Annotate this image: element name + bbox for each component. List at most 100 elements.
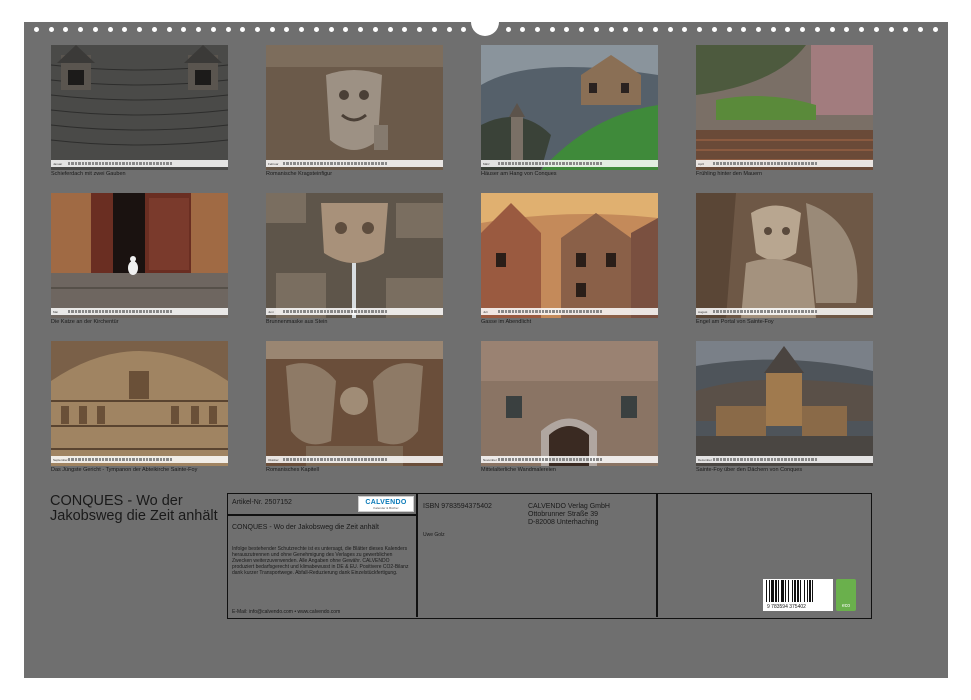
- day-tick: [780, 310, 784, 313]
- day-tick: [122, 162, 125, 165]
- day-tick: [166, 162, 169, 165]
- month-label: Juni: [268, 309, 274, 314]
- day-tick: [125, 310, 129, 313]
- binding-hole: [903, 27, 909, 32]
- day-tick: [95, 458, 98, 461]
- binding-hole: [844, 27, 850, 32]
- day-tick: [531, 458, 535, 461]
- day-tick: [112, 310, 115, 313]
- binding-hole: [932, 27, 938, 32]
- month-tile-7[interactable]: Juli Gasse im Abendlicht: [481, 193, 658, 331]
- month-tile-9[interactable]: September Das Jüngste Gericht - Tympanon…: [51, 341, 228, 479]
- day-tick: [575, 458, 579, 461]
- day-tick: [501, 162, 504, 165]
- month-tile-8[interactable]: August Engel am Portal von Sainte-Foy: [696, 193, 873, 331]
- month-tile-12[interactable]: Dezember Sainte-Foy über den Dächern von…: [696, 341, 873, 479]
- day-tick: [374, 310, 377, 313]
- day-tick: [750, 458, 753, 461]
- month-tile-6[interactable]: Juni Brunnenmaske aus Stein: [266, 193, 443, 331]
- photo-caption: Mittelalterliche Wandmalereien: [481, 467, 556, 473]
- day-tick: [347, 310, 350, 313]
- day-tick: [716, 162, 719, 165]
- day-tick: [774, 310, 777, 313]
- day-tick: [293, 162, 296, 165]
- binding-hole: [711, 27, 717, 32]
- day-tick: [139, 162, 142, 165]
- day-tick: [552, 458, 555, 461]
- day-tick: [569, 162, 572, 165]
- binding-hole: [785, 27, 791, 32]
- day-tick: [582, 162, 586, 165]
- month-tile-2[interactable]: Februar Romanische Kragsteinfigur: [266, 45, 443, 183]
- binding-hole: [372, 27, 378, 32]
- month-tile-10[interactable]: Oktober Romanisches Kapitell: [266, 341, 443, 479]
- day-tick: [323, 310, 327, 313]
- month-tile-5[interactable]: Mai Die Katze an der Kirchentür: [51, 193, 228, 331]
- article-number: Artikel-Nr. 2507152: [232, 499, 292, 506]
- day-tick: [794, 310, 797, 313]
- day-tick: [129, 310, 132, 313]
- day-tick: [95, 162, 98, 165]
- calvendo-logo: CALVENDO Kalender & Bücher: [358, 496, 414, 512]
- day-tick: [579, 310, 582, 313]
- day-tick: [384, 458, 388, 461]
- day-tick: [521, 458, 525, 461]
- day-tick: [498, 458, 501, 461]
- day-tick: [84, 310, 88, 313]
- day-tick: [340, 458, 344, 461]
- barcode-bar: [800, 580, 801, 602]
- day-tick: [360, 310, 364, 313]
- day-tick: [777, 458, 780, 461]
- day-tick: [364, 458, 367, 461]
- day-tick: [81, 162, 84, 165]
- binding-hole: [520, 27, 526, 32]
- binding-hole: [34, 27, 39, 32]
- barcode-bar: [788, 580, 789, 602]
- day-tick: [88, 310, 91, 313]
- day-tick: [142, 310, 145, 313]
- day-tick: [525, 458, 528, 461]
- month-tile-4[interactable]: April Frühling hinter den Mauern: [696, 45, 873, 183]
- binding-hole: [240, 27, 246, 32]
- day-tick: [166, 458, 169, 461]
- day-tick: [757, 310, 760, 313]
- day-tick: [575, 162, 579, 165]
- day-tick: [354, 310, 357, 313]
- day-tick: [320, 310, 323, 313]
- day-tick: [562, 458, 565, 461]
- day-tick: [135, 310, 139, 313]
- day-tick: [337, 162, 340, 165]
- day-tick: [555, 162, 559, 165]
- day-tick: [364, 162, 367, 165]
- day-tick: [757, 162, 760, 165]
- day-tick: [569, 458, 572, 461]
- day-tick: [589, 310, 592, 313]
- month-tile-11[interactable]: November Mittelalterliche Wandmalereien: [481, 341, 658, 479]
- day-tick: [81, 310, 84, 313]
- binding-hole: [741, 27, 747, 32]
- day-tick: [95, 310, 98, 313]
- day-tick: [135, 458, 139, 461]
- month-label: Januar: [53, 161, 63, 166]
- month-label: April: [698, 161, 705, 166]
- month-tile-1[interactable]: Januar Schieferdach mit zwei Gauben: [51, 45, 228, 183]
- month-tile-3[interactable]: März Häuser am Hang von Conques: [481, 45, 658, 183]
- binding-hole: [269, 27, 275, 32]
- day-tick: [333, 310, 337, 313]
- day-tick: [518, 310, 521, 313]
- binding-hole: [726, 27, 732, 32]
- day-tick: [283, 162, 286, 165]
- day-tick: [726, 458, 729, 461]
- day-tick: [589, 458, 592, 461]
- day-tick: [599, 458, 603, 461]
- day-tick: [306, 458, 310, 461]
- day-tick: [374, 458, 377, 461]
- day-tick: [811, 458, 814, 461]
- day-tick: [156, 310, 159, 313]
- day-tick: [582, 458, 586, 461]
- day-tick: [159, 162, 162, 165]
- day-tick: [286, 310, 289, 313]
- day-tick: [118, 310, 122, 313]
- day-tick: [323, 162, 327, 165]
- barcode-bar: [775, 580, 777, 602]
